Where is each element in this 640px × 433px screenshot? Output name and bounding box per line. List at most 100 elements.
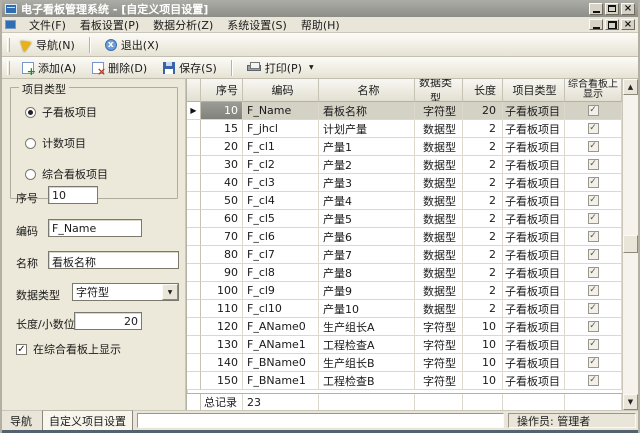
menu-item-file[interactable]: 文件(F): [22, 16, 73, 34]
cell-code[interactable]: F_cl9: [243, 282, 319, 300]
cell-seq[interactable]: 15: [201, 120, 243, 138]
cell-length[interactable]: 10: [463, 354, 503, 372]
cell-seq[interactable]: 120: [201, 318, 243, 336]
table-row[interactable]: 80 F_cl7 产量7 数据型 2 子看板项目 ✓: [187, 246, 622, 264]
header-seq[interactable]: 序号: [201, 79, 243, 102]
close-button[interactable]: ×: [621, 2, 635, 15]
cell-dtype[interactable]: 字符型: [415, 318, 463, 336]
cell-length[interactable]: 2: [463, 120, 503, 138]
cell-length[interactable]: 2: [463, 156, 503, 174]
table-row[interactable]: 70 F_cl6 产量6 数据型 2 子看板项目 ✓: [187, 228, 622, 246]
cell-length[interactable]: 2: [463, 300, 503, 318]
cell-dtype[interactable]: 数据型: [415, 264, 463, 282]
cell-show[interactable]: ✓: [565, 102, 622, 120]
length-input[interactable]: 20: [74, 312, 142, 330]
table-row[interactable]: 60 F_cl5 产量5 数据型 2 子看板项目 ✓: [187, 210, 622, 228]
cell-name[interactable]: 生产组长B: [319, 354, 415, 372]
cell-show[interactable]: ✓: [565, 156, 622, 174]
cell-ptype[interactable]: 子看板项目: [503, 246, 565, 264]
scrollbar-track[interactable]: [623, 95, 638, 394]
cell-seq[interactable]: 90: [201, 264, 243, 282]
cell-dtype[interactable]: 数据型: [415, 282, 463, 300]
radio-count-item[interactable]: 计数项目: [25, 135, 86, 151]
seq-input[interactable]: 10: [48, 186, 98, 204]
code-input[interactable]: F_Name: [48, 219, 142, 237]
scroll-down-icon[interactable]: ▼: [623, 394, 638, 410]
cell-dtype[interactable]: 数据型: [415, 174, 463, 192]
cell-dtype[interactable]: 数据型: [415, 228, 463, 246]
table-row[interactable]: 110 F_cl10 产量10 数据型 2 子看板项目 ✓: [187, 300, 622, 318]
scroll-up-icon[interactable]: ▲: [623, 79, 638, 95]
minimize-button[interactable]: [589, 2, 603, 15]
cell-dtype[interactable]: 数据型: [415, 156, 463, 174]
cell-show[interactable]: ✓: [565, 120, 622, 138]
dtype-select[interactable]: 字符型 ▼: [72, 283, 179, 301]
cell-seq[interactable]: 30: [201, 156, 243, 174]
cell-ptype[interactable]: 子看板项目: [503, 138, 565, 156]
cell-dtype[interactable]: 数据型: [415, 246, 463, 264]
cell-seq[interactable]: 60: [201, 210, 243, 228]
header-ptype[interactable]: 项目类型: [503, 79, 565, 102]
table-row[interactable]: 30 F_cl2 产量2 数据型 2 子看板项目 ✓: [187, 156, 622, 174]
print-dropdown-caret-icon[interactable]: ▼: [309, 64, 314, 71]
table-row[interactable]: 50 F_cl4 产量4 数据型 2 子看板项目 ✓: [187, 192, 622, 210]
cell-length[interactable]: 10: [463, 318, 503, 336]
cell-ptype[interactable]: 子看板项目: [503, 174, 565, 192]
header-dtype[interactable]: 数据类型: [415, 79, 463, 102]
cell-show[interactable]: ✓: [565, 264, 622, 282]
cell-show[interactable]: ✓: [565, 192, 622, 210]
cell-length[interactable]: 2: [463, 192, 503, 210]
table-row[interactable]: 20 F_cl1 产量1 数据型 2 子看板项目 ✓: [187, 138, 622, 156]
table-row[interactable]: 40 F_cl3 产量3 数据型 2 子看板项目 ✓: [187, 174, 622, 192]
header-code[interactable]: 编码: [243, 79, 319, 102]
cell-dtype[interactable]: 字符型: [415, 372, 463, 390]
cell-show[interactable]: ✓: [565, 210, 622, 228]
cell-seq[interactable]: 110: [201, 300, 243, 318]
cell-ptype[interactable]: 子看板项目: [503, 210, 565, 228]
cell-code[interactable]: F_cl1: [243, 138, 319, 156]
cell-dtype[interactable]: 数据型: [415, 210, 463, 228]
cell-name[interactable]: 生产组长A: [319, 318, 415, 336]
navigate-button[interactable]: 导航(N): [14, 34, 83, 56]
cell-ptype[interactable]: 子看板项目: [503, 318, 565, 336]
mdi-minimize-button[interactable]: [589, 19, 603, 30]
cell-code[interactable]: F_jhcl: [243, 120, 319, 138]
header-name[interactable]: 名称: [319, 79, 415, 102]
cell-dtype[interactable]: 字符型: [415, 336, 463, 354]
menu-item-kanban-settings[interactable]: 看板设置(P): [73, 16, 146, 34]
table-row[interactable]: 15 F_jhcl 计划产量 数据型 2 子看板项目 ✓: [187, 120, 622, 138]
cell-dtype[interactable]: 数据型: [415, 192, 463, 210]
cell-name[interactable]: 产量10: [319, 300, 415, 318]
cell-name[interactable]: 产量5: [319, 210, 415, 228]
cell-show[interactable]: ✓: [565, 246, 622, 264]
cell-length[interactable]: 2: [463, 264, 503, 282]
add-button[interactable]: + 添加(A): [14, 57, 84, 79]
cell-show[interactable]: ✓: [565, 228, 622, 246]
cell-dtype[interactable]: 数据型: [415, 120, 463, 138]
cell-code[interactable]: F_cl2: [243, 156, 319, 174]
cell-seq[interactable]: 140: [201, 354, 243, 372]
cell-length[interactable]: 2: [463, 210, 503, 228]
cell-name[interactable]: 产量9: [319, 282, 415, 300]
cell-code[interactable]: F_AName1: [243, 336, 319, 354]
cell-code[interactable]: F_Name: [243, 102, 319, 120]
cell-name[interactable]: 工程检查B: [319, 372, 415, 390]
cell-dtype[interactable]: 字符型: [415, 354, 463, 372]
cell-name[interactable]: 产量6: [319, 228, 415, 246]
tab-navigation[interactable]: 导航: [4, 411, 38, 431]
cell-seq[interactable]: 80: [201, 246, 243, 264]
cell-show[interactable]: ✓: [565, 354, 622, 372]
cell-length[interactable]: 10: [463, 336, 503, 354]
tab-custom-item-settings[interactable]: 自定义项目设置: [42, 409, 133, 432]
cell-length[interactable]: 10: [463, 372, 503, 390]
cell-dtype[interactable]: 数据型: [415, 138, 463, 156]
cell-code[interactable]: F_BName0: [243, 354, 319, 372]
cell-show[interactable]: ✓: [565, 318, 622, 336]
cell-name[interactable]: 看板名称: [319, 102, 415, 120]
name-input[interactable]: 看板名称: [48, 251, 179, 269]
cell-code[interactable]: F_cl4: [243, 192, 319, 210]
vertical-scrollbar[interactable]: ▲ ▼: [622, 79, 638, 410]
cell-code[interactable]: F_AName0: [243, 318, 319, 336]
toolbar-grip[interactable]: [7, 60, 10, 75]
cell-ptype[interactable]: 子看板项目: [503, 192, 565, 210]
